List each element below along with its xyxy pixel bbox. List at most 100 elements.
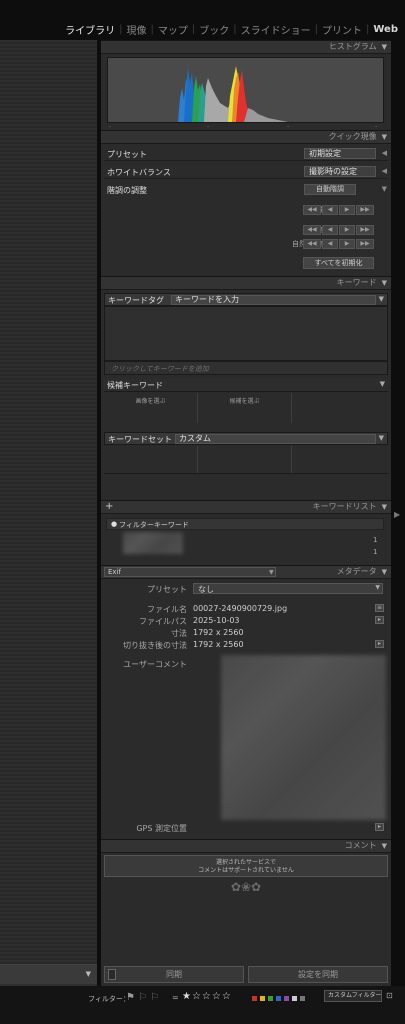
dropdown-icon[interactable]: ▼ (375, 584, 380, 591)
collapse-arrow-icon[interactable]: ▶ (394, 510, 400, 519)
list-icon[interactable]: ≡ (375, 604, 384, 612)
label-red-swatch[interactable] (252, 996, 257, 1001)
chevron-down-icon[interactable]: ▼ (382, 503, 387, 511)
module-map[interactable]: マップ (155, 22, 191, 37)
clarity-down-big[interactable]: ◀◀ (303, 225, 321, 235)
metadata-title: メタデータ (336, 567, 377, 576)
keyword-tags-select[interactable]: キーワードを入力 (171, 295, 376, 305)
add-keyword-button[interactable]: + (105, 501, 113, 513)
comments-message: 選択されたサービスで コメントはサポートされていません (104, 855, 388, 877)
user-comment-label: ユーザーコメント (123, 660, 187, 669)
keyword-list-header[interactable]: + キーワードリスト ▼ (101, 500, 391, 514)
exposure-up-big[interactable]: ▶▶ (356, 205, 374, 215)
suggestion-cell[interactable]: 候補を選ぶ (198, 393, 292, 423)
flag-filter-icon[interactable]: ⚐ (138, 992, 147, 1003)
chevron-down-icon[interactable]: ▼ (86, 970, 91, 978)
sync-toggle-icon[interactable] (108, 969, 116, 980)
qd-preset-select[interactable]: 初期設定 (304, 148, 376, 159)
label-yellow-swatch[interactable] (260, 996, 265, 1001)
metadata-preset-value: なし (198, 585, 214, 594)
keyword-set-cell[interactable] (198, 446, 292, 473)
chevron-left-icon[interactable]: ◀ (382, 149, 387, 157)
hist-tick: - (287, 123, 290, 130)
dropdown-icon[interactable]: ▼ (379, 434, 384, 442)
label-green-swatch[interactable] (268, 996, 273, 1001)
chevron-down-icon[interactable]: ▼ (382, 279, 387, 287)
metadata-view-select[interactable]: Exif (104, 567, 276, 577)
custom-filter-select[interactable]: カスタムフィルター (324, 990, 382, 1002)
keyword-tags-textarea[interactable] (104, 306, 388, 361)
module-print[interactable]: プリント (319, 22, 365, 37)
go-to-folder-icon[interactable]: ▸ (375, 616, 384, 624)
crop-icon[interactable]: ▸ (375, 640, 384, 648)
chevron-down-icon[interactable]: ▼ (382, 185, 387, 193)
chevron-down-icon[interactable]: ▼ (382, 133, 387, 141)
keyword-filter-field[interactable]: ● フィルターキーワード (106, 518, 384, 530)
chevron-down-icon[interactable]: ▼ (382, 568, 387, 576)
keyword-set-select[interactable]: カスタム (175, 434, 376, 444)
rating-filter-stars[interactable]: ★☆☆☆☆ (182, 991, 232, 1002)
vibrance-up-big[interactable]: ▶▶ (356, 239, 374, 249)
hist-tick: - (109, 123, 112, 130)
keyword-add-hint: クリックしてキーワードを追加 (111, 365, 209, 373)
label-purple-swatch[interactable] (284, 996, 289, 1001)
flag-filter-icon[interactable]: ⚑ (126, 992, 135, 1003)
label-none-swatch[interactable] (300, 996, 305, 1001)
sync-settings-button[interactable]: 設定を同期 (248, 966, 388, 983)
suggestions-row: 候補キーワード ▼ (104, 379, 388, 392)
hist-tick: - (375, 123, 378, 130)
left-footer-bar[interactable]: ▼ (0, 964, 97, 984)
exposure-down[interactable]: ◀ (322, 205, 338, 215)
reset-all-button[interactable]: すべてを初期化 (303, 257, 374, 269)
clarity-up[interactable]: ▶ (339, 225, 355, 235)
gps-icon[interactable]: ▸ (375, 823, 384, 831)
comments-header[interactable]: コメント ▼ (101, 839, 391, 853)
label-custom-swatch[interactable] (292, 996, 297, 1001)
filename-value[interactable]: 00027-2490900729.jpg (193, 604, 287, 613)
qd-wb-label: ホワイトバランス (107, 168, 171, 177)
dimensions-label: 寸法 (171, 629, 187, 638)
suggestion-cell[interactable] (292, 393, 388, 423)
quick-develop-title: クイック現像 (328, 132, 377, 141)
exposure-down-big[interactable]: ◀◀ (303, 205, 321, 215)
dropdown-icon[interactable]: ▼ (269, 567, 274, 579)
hist-tail (244, 108, 288, 122)
vibrance-down-big[interactable]: ◀◀ (303, 239, 321, 249)
module-develop[interactable]: 現像 (124, 22, 150, 37)
keyword-set-cell[interactable] (104, 446, 198, 473)
lock-icon[interactable]: ⊡ (386, 991, 393, 1000)
chevron-left-icon[interactable]: ◀ (382, 167, 387, 175)
module-library[interactable]: ライブラリ (62, 22, 118, 37)
metadata-header[interactable]: Exif ▼ メタデータ ▼ (101, 565, 391, 579)
keywording-title: キーワード (336, 278, 377, 287)
module-slideshow[interactable]: スライドショー (238, 22, 314, 37)
clarity-down[interactable]: ◀ (322, 225, 338, 235)
suggestions-label: 候補キーワード (107, 381, 163, 390)
sync-button[interactable]: 同期 (104, 966, 244, 983)
chevron-down-icon[interactable]: ▼ (380, 380, 385, 388)
flag-filter-icon[interactable]: ⚐ (150, 992, 159, 1003)
module-web[interactable]: Web (370, 24, 401, 35)
module-book[interactable]: ブック (196, 22, 232, 37)
chevron-down-icon[interactable]: ▼ (382, 43, 387, 51)
vibrance-up[interactable]: ▶ (339, 239, 355, 249)
keywording-header[interactable]: キーワード ▼ (101, 276, 391, 290)
module-bar: ライブラリ | 現像 | マップ | ブック | スライドショー | プリント | Web (0, 0, 405, 40)
suggestion-cell[interactable]: 画像を選ぶ (104, 393, 198, 423)
keyword-tags-label: キーワードタグ (108, 296, 164, 305)
keyword-add-field[interactable]: クリックしてキーワードを追加 (104, 361, 388, 375)
clarity-up-big[interactable]: ▶▶ (356, 225, 374, 235)
quick-develop-header[interactable]: クイック現像 ▼ (101, 130, 391, 144)
auto-tone-button[interactable]: 自動階調 (304, 184, 356, 195)
histogram-header[interactable]: ヒストグラム ▼ (101, 40, 391, 54)
keyword-set-cell[interactable] (292, 446, 388, 473)
metadata-preset-select[interactable]: なし ▼ (193, 583, 383, 594)
exposure-up[interactable]: ▶ (339, 205, 355, 215)
dropdown-icon[interactable]: ▼ (379, 295, 384, 303)
vibrance-down[interactable]: ◀ (322, 239, 338, 249)
keyword-list-blur (123, 532, 183, 554)
qd-wb-select[interactable]: 撮影時の設定 (304, 166, 376, 177)
label-blue-swatch[interactable] (276, 996, 281, 1001)
rating-operator[interactable]: = (172, 993, 179, 1002)
chevron-down-icon[interactable]: ▼ (382, 842, 387, 850)
